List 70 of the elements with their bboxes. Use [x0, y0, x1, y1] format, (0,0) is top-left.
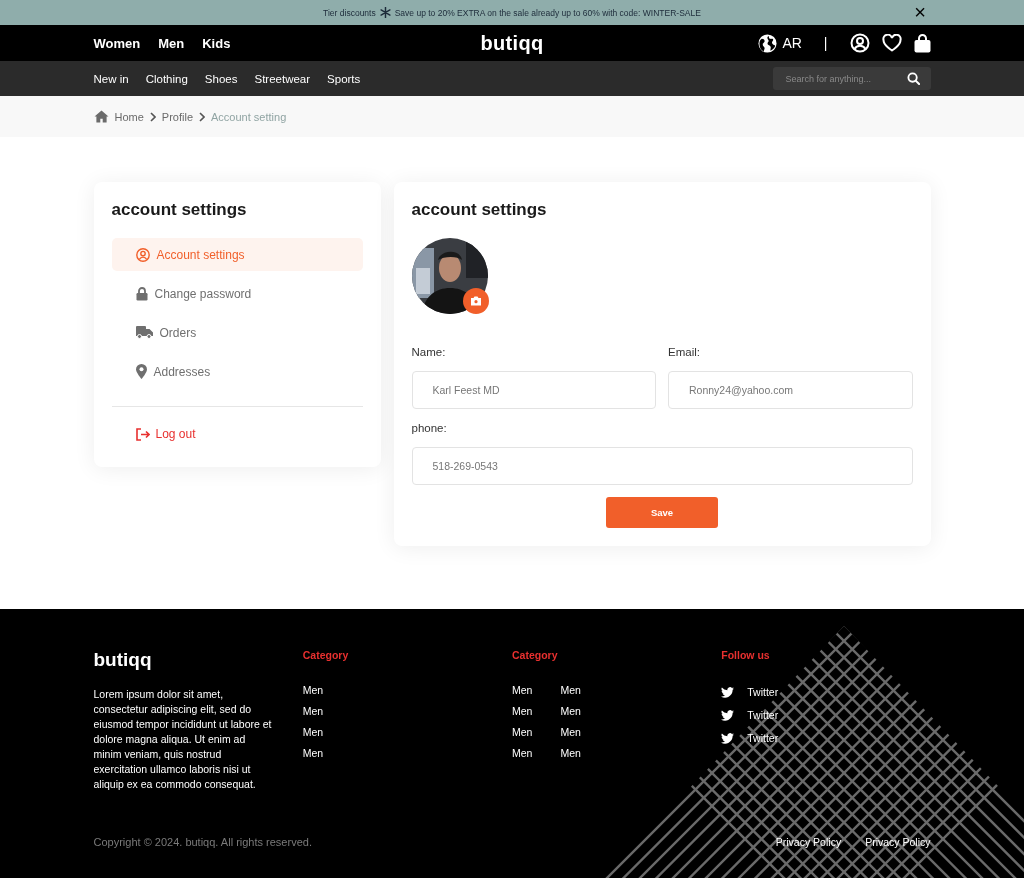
social-link[interactable]: Twitter	[721, 686, 779, 698]
footer-link[interactable]: Men	[512, 684, 533, 696]
search-field[interactable]: Search for anything...	[772, 67, 931, 90]
field-label: phone:	[411, 422, 448, 434]
field-label: Email:	[668, 346, 701, 358]
footer-link[interactable]: Men	[560, 747, 581, 759]
logout-icon	[135, 427, 150, 441]
banner-text: Save up to 20% EXTRA on the sale already up to 60% with code: WINTER-SALE	[394, 7, 701, 18]
field-label: Name:	[411, 346, 447, 358]
footer-heading: Category	[302, 649, 349, 661]
social-link[interactable]: Twitter	[721, 732, 779, 744]
breadcrumb-link[interactable]: Home	[114, 110, 144, 123]
heart-icon[interactable]	[881, 34, 902, 52]
footer-description: Lorem ipsum dolor sit amet, consectetur adipiscing elit, sed do eiusmod tempor incididunt ut labore et dolore magna aliqua. Ut enim ad minim veniam, quis nostrud exercitation ullamco laboris nisi ut aliquip ex ea commodo consequat.	[93, 687, 273, 792]
input-field[interactable]: Ronny24@yahoo.com	[668, 371, 913, 409]
footer-link[interactable]: Men	[302, 747, 324, 759]
privacy-link[interactable]: Privacy Policy	[775, 836, 842, 848]
home-icon[interactable]	[93, 110, 109, 123]
separator: |	[823, 35, 828, 51]
user-icon	[135, 247, 150, 262]
category-link[interactable]: New in	[93, 72, 129, 85]
sidebar-title: account settings	[111, 200, 248, 220]
footer-logo[interactable]: butiqq	[93, 649, 152, 671]
menu-item[interactable]: Change password	[111, 277, 363, 310]
privacy-link[interactable]: Privacy Policy	[865, 836, 931, 848]
footer-link[interactable]: Men	[560, 726, 581, 738]
social-link[interactable]: Twitter	[721, 709, 779, 721]
banner-text: Tier discounts	[323, 7, 376, 18]
category-link[interactable]: Clothing	[145, 72, 188, 85]
footer-link[interactable]: Men	[512, 747, 533, 759]
camera-icon	[469, 296, 482, 306]
globe-icon[interactable]	[758, 33, 778, 53]
footer-link[interactable]: Men	[512, 726, 533, 738]
input-field[interactable]: Karl Feest MD	[411, 371, 656, 409]
settings-title: account settings	[411, 200, 548, 220]
user-icon[interactable]	[849, 33, 870, 53]
close-button[interactable]: ×	[912, 4, 928, 20]
breadcrumb-link[interactable]: Profile	[161, 110, 194, 123]
footer-heading: Category	[512, 649, 558, 661]
chevron-right-icon	[199, 111, 206, 122]
bird-icon	[721, 686, 735, 698]
nav-link[interactable]: Men	[158, 35, 185, 51]
footer-link[interactable]: Men	[560, 684, 581, 696]
footer-link[interactable]: Men	[302, 705, 324, 717]
truck-icon	[135, 326, 153, 339]
category-link[interactable]: Sports	[327, 72, 361, 85]
footer-link[interactable]: Men	[560, 705, 581, 717]
input-field[interactable]: 518-269-0543	[411, 447, 913, 485]
logout-link[interactable]: Log out	[111, 427, 196, 441]
logo[interactable]: butiqq	[480, 31, 544, 55]
footer-link[interactable]: Men	[302, 684, 324, 696]
footer-link[interactable]: Men	[302, 726, 324, 738]
menu-item[interactable]: Orders	[111, 316, 363, 349]
map-pin-icon	[135, 364, 147, 379]
language-selector[interactable]: AR	[782, 35, 802, 51]
category-link[interactable]: Shoes	[204, 72, 238, 85]
shopping-bag-icon[interactable]	[913, 33, 931, 53]
category-link[interactable]: Streetwear	[254, 72, 311, 85]
bird-icon	[721, 709, 735, 721]
footer-link[interactable]: Men	[512, 705, 533, 717]
copyright-text: Copyright © 2024. butiqq. All rights reserved.	[93, 836, 312, 848]
snowflake-icon	[379, 7, 391, 18]
lock-icon	[135, 286, 148, 301]
nav-link[interactable]: Women	[93, 35, 141, 51]
search-icon[interactable]	[906, 72, 920, 85]
bird-icon	[721, 732, 735, 744]
footer-heading: Follow us	[721, 649, 770, 661]
chevron-right-icon	[149, 111, 156, 122]
nav-link[interactable]: Kids	[202, 35, 231, 51]
menu-item[interactable]: Addresses	[111, 355, 363, 388]
